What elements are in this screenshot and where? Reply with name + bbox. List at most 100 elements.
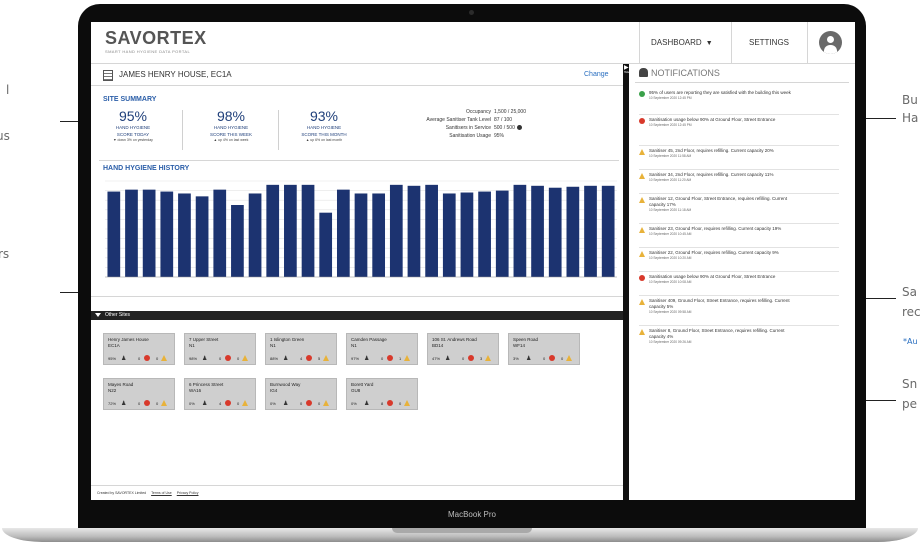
- site-tile[interactable]: Burnwood Way IG4 0% ♟ 0 0: [265, 378, 337, 410]
- change-site-link[interactable]: Change: [584, 71, 609, 78]
- kpi-score-today: 95% HAND HYGIENE SCORE TODAY ▼ down 3% o…: [93, 108, 173, 142]
- chart-bar[interactable]: [142, 189, 156, 277]
- callout-right-top-1: Bu: [902, 93, 918, 107]
- site-tile-warning-count: 0: [318, 401, 321, 406]
- warning-triangle-icon: [639, 329, 645, 335]
- chart-bar[interactable]: [389, 184, 403, 277]
- chart-bar[interactable]: [548, 187, 562, 277]
- notification-timestamp: 10 September 2020 12:45 PM: [649, 123, 692, 128]
- chart-bar[interactable]: [125, 189, 138, 277]
- site-tile-score: 47%: [432, 356, 441, 361]
- site-tile[interactable]: Speen Road WF14 3% ♟ 0 0: [508, 333, 580, 365]
- site-tile[interactable]: 106 St. Andrews Road BD14 47% ♟ 0 3: [427, 333, 499, 365]
- chart-bar[interactable]: [301, 184, 315, 277]
- section-divider: [99, 160, 619, 161]
- chart-bar[interactable]: [372, 193, 386, 277]
- chart-bar[interactable]: [495, 190, 509, 277]
- site-tile[interactable]: 7 Upper Street N1 98% ♟ 0 0: [184, 333, 256, 365]
- warning-icon: [566, 355, 572, 361]
- chart-bar[interactable]: [601, 185, 615, 277]
- notification-message: Sanitiser 22, Ground Floor, requires ref…: [649, 250, 779, 255]
- chart-bar[interactable]: [531, 185, 544, 277]
- site-tile[interactable]: Mayes Road N22 72% ♟ 0 0: [103, 378, 175, 410]
- site-tile-warning-count: 0: [156, 356, 159, 361]
- chart-bar[interactable]: [178, 193, 191, 277]
- warning-icon: [242, 400, 248, 406]
- chart-bar[interactable]: [195, 196, 209, 277]
- error-circle-icon: [639, 275, 645, 281]
- notification-text: Sanitiser 23, Ground Floor, requires ref…: [649, 226, 799, 238]
- site-tile-alert-count: 0: [138, 401, 141, 406]
- chart-bar[interactable]: [407, 185, 421, 277]
- site-tile-name: Henry James House EC1A: [108, 337, 149, 348]
- site-tile-score: 88%: [270, 356, 279, 361]
- dashboard-menu-label: DASHBOARD: [651, 38, 702, 47]
- site-tile[interactable]: 1 Islington Green N1 88% ♟ 4 5: [265, 333, 337, 365]
- kpi-score-week: 98% HAND HYGIENE SCORE THIS WEEK ▲ up 4%…: [191, 108, 271, 142]
- warning-triangle-icon: [639, 299, 645, 305]
- notification-timestamp: 10 September 2020 09:58 AM: [649, 309, 692, 314]
- chart-bar[interactable]: [336, 189, 350, 277]
- notification-text: 95% of users are reporting they are sati…: [649, 90, 799, 102]
- notification-text: Sanitiser 45, 2nd Floor, requires refill…: [649, 148, 799, 160]
- chart-bar[interactable]: [584, 185, 597, 277]
- settings-button[interactable]: SETTINGS: [749, 38, 789, 47]
- chart-bar[interactable]: [160, 191, 174, 277]
- chart-bar[interactable]: [442, 193, 456, 277]
- people-icon: ♟: [121, 356, 127, 362]
- hide-panel-toggle[interactable]: ▶ Hide: [624, 65, 629, 74]
- notification-timestamp: 10 September 2020 10:20 AM: [649, 256, 692, 261]
- alert-icon: [306, 355, 312, 361]
- chart-bar[interactable]: [248, 193, 262, 277]
- site-tile[interactable]: Borett Yard GU8 0% ♟ 8 0: [346, 378, 418, 410]
- app-footer: Created by SAVORTEX Limited Terms of Use P…: [91, 485, 623, 500]
- chart-bar[interactable]: [319, 212, 333, 277]
- dashboard-menu-button[interactable]: DASHBOARD ▼: [651, 38, 713, 47]
- info-icon[interactable]: [516, 125, 522, 131]
- notifications-panel: NOTIFICATIONS 95% of users are reporting…: [629, 64, 855, 500]
- site-tile-score: 98%: [189, 356, 198, 361]
- site-tile-score: 0%: [351, 401, 357, 406]
- other-sites-header[interactable]: Other Sites: [91, 311, 623, 320]
- chart-bar[interactable]: [266, 184, 280, 277]
- chart-bar[interactable]: [460, 192, 474, 277]
- chart-bar[interactable]: [478, 191, 491, 277]
- chart-bar[interactable]: [231, 205, 244, 277]
- kpi-label: SCORE THIS MONTH: [301, 131, 347, 137]
- privacy-link[interactable]: Privacy Policy: [177, 491, 199, 495]
- avatar-head: [827, 36, 834, 43]
- notification-timestamp: 10 September 2020 11:58 AM: [649, 154, 692, 159]
- stat-label: Sanitisers in Service: [445, 125, 491, 131]
- chart-bar[interactable]: [107, 191, 121, 277]
- site-tile-warning-count: 0: [237, 401, 240, 406]
- warning-icon: [323, 355, 329, 361]
- terms-link[interactable]: Terms of Use: [151, 491, 172, 495]
- notification-timestamp: 10 September 2020 11:18 AM: [649, 207, 692, 212]
- chart-title: HAND HYGIENE HISTORY: [103, 165, 190, 172]
- chart-bar[interactable]: [284, 184, 297, 277]
- kpi-label: HAND HYGIENE: [306, 125, 342, 130]
- chart-bar[interactable]: [425, 184, 438, 277]
- notification-separator: [639, 169, 839, 170]
- app-header: SAVORTEX SMART HAND HYGIENE DATA PORTAL …: [91, 22, 855, 64]
- user-avatar-icon[interactable]: [819, 31, 842, 54]
- notification-message: Sanitiser 23, Ground Floor, requires ref…: [649, 226, 782, 231]
- brand-logo[interactable]: SAVORTEX: [105, 28, 207, 49]
- site-tile-alert-count: 0: [219, 356, 222, 361]
- marketing-stage: l us rs Bu Ha Sa rec *Au Sn pe MacBook P…: [0, 0, 920, 548]
- notification-separator: [639, 247, 839, 248]
- chart-bar[interactable]: [566, 186, 580, 277]
- stat-row: Sanitisers in Service 500 / 500: [377, 124, 537, 132]
- stat-row: Occupancy 1,500 / 25,000: [377, 108, 537, 116]
- chart-bar[interactable]: [354, 193, 368, 277]
- chart-bar[interactable]: [213, 189, 227, 277]
- people-icon: ♟: [121, 401, 127, 407]
- site-tile[interactable]: 6 Princess Street WA16 0% ♟ 4 0: [184, 378, 256, 410]
- stat-label: Occupancy: [465, 109, 491, 115]
- site-tile[interactable]: Henry James House EC1A 95% ♟ 0 0: [103, 333, 175, 365]
- notification-text: Sanitisation usage below 90% at Ground F…: [649, 117, 799, 129]
- notification-message: Sanitisation usage below 90% at Ground F…: [649, 274, 776, 279]
- chart-bar[interactable]: [513, 184, 527, 277]
- site-tile[interactable]: Camden Passage N1 97% ♟ 0 1: [346, 333, 418, 365]
- site-tile-name: Borett Yard GU8: [351, 382, 373, 393]
